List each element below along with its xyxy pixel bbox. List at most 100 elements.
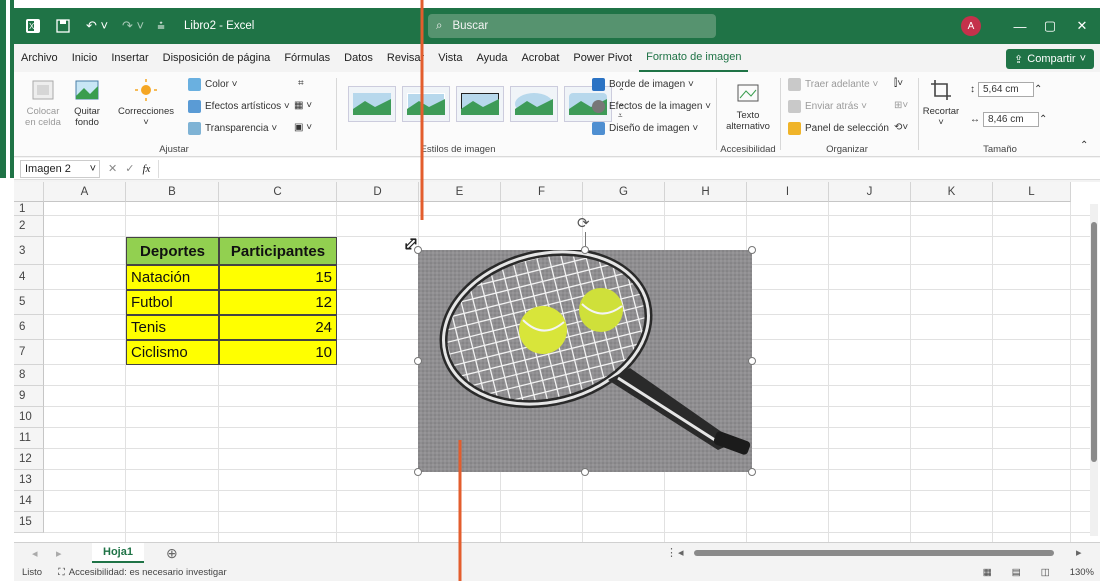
borde-imagen-button[interactable]: Borde de imagen ˅ xyxy=(592,78,694,91)
rotate-icon[interactable]: ⟲˅ xyxy=(894,122,908,133)
align-icon[interactable]: ⫿˅ xyxy=(894,78,903,89)
resize-handle[interactable] xyxy=(748,246,756,254)
add-sheet-icon[interactable]: ⊕ xyxy=(166,545,178,562)
rotate-handle-icon[interactable]: ⟳ xyxy=(577,214,590,232)
texto-alternativo-button[interactable]: Texto alternativo xyxy=(720,82,776,132)
fx-icon[interactable]: fx xyxy=(142,163,150,175)
resize-handle[interactable] xyxy=(748,357,756,365)
column-header-c[interactable]: C xyxy=(219,182,337,202)
collapse-ribbon-icon[interactable]: ⌃ xyxy=(1080,140,1088,151)
table-header-cell[interactable]: Participantes xyxy=(219,237,337,265)
vertical-scrollbar[interactable] xyxy=(1090,204,1098,536)
tab-disposicion[interactable]: Disposición de página xyxy=(156,44,278,72)
next-sheet-icon[interactable]: ▸ xyxy=(56,547,62,560)
page-break-icon[interactable]: ◫ xyxy=(1041,567,1050,578)
sheet-tab[interactable]: Hoja1 xyxy=(92,543,144,563)
column-header-h[interactable]: H xyxy=(665,182,747,202)
row-header-7[interactable]: 7 xyxy=(14,340,44,365)
row-header-8[interactable]: 8 xyxy=(14,365,44,386)
row-header-4[interactable]: 4 xyxy=(14,265,44,290)
tab-datos[interactable]: Datos xyxy=(337,44,380,72)
row-header-6[interactable]: 6 xyxy=(14,315,44,340)
tennis-racket-image[interactable] xyxy=(418,250,752,472)
row-header-5[interactable]: 5 xyxy=(14,290,44,315)
width-field[interactable]: ↔ 8,46 cm ⌃ xyxy=(970,112,1047,127)
accessibility-status[interactable]: Accesibilidad: es necesario investigar xyxy=(69,567,227,578)
column-header-d[interactable]: D xyxy=(337,182,419,202)
name-box[interactable]: Imagen 2 ˅ xyxy=(20,159,100,178)
row-header-1[interactable]: 1 xyxy=(14,202,44,216)
diseno-imagen-button[interactable]: Diseño de imagen ˅ xyxy=(592,122,698,135)
column-header-l[interactable]: L xyxy=(993,182,1071,202)
save-icon[interactable] xyxy=(52,15,74,37)
tab-vista[interactable]: Vista xyxy=(431,44,469,72)
row-header-3[interactable]: 3 xyxy=(14,237,44,265)
tab-acrobat[interactable]: Acrobat xyxy=(514,44,566,72)
table-cell[interactable]: 12 xyxy=(219,290,337,315)
correcciones-button[interactable]: Correcciones ˅ xyxy=(114,78,178,128)
zoom-level[interactable]: 130% xyxy=(1070,567,1094,578)
tab-insertar[interactable]: Insertar xyxy=(104,44,155,72)
resize-handle[interactable] xyxy=(414,468,422,476)
enviar-atras-button[interactable]: Enviar atrás ˅ xyxy=(788,100,867,113)
page-layout-icon[interactable]: ▤ xyxy=(1012,567,1021,578)
tab-formato-imagen[interactable]: Formato de imagen xyxy=(639,44,749,72)
efectos-artisticos-button[interactable]: Efectos artísticos ˅ xyxy=(188,100,290,113)
spreadsheet-grid[interactable]: A B C D E F G H I J K L 1 2 3 4 5 6 7 8 9 10 11 12 13 14 15 Deporte… xyxy=(14,182,1100,542)
column-header-f[interactable]: F xyxy=(501,182,583,202)
quitar-fondo-button[interactable]: Quitar fondo xyxy=(72,78,102,128)
avatar[interactable]: A xyxy=(961,16,981,36)
resize-handle[interactable] xyxy=(414,357,422,365)
group-objects-icon[interactable]: ⊞˅ xyxy=(894,100,908,111)
scrollbar-thumb[interactable] xyxy=(1091,222,1097,462)
table-cell[interactable]: 10 xyxy=(219,340,337,365)
column-header-e[interactable]: E xyxy=(419,182,501,202)
reset-picture-icon[interactable]: ▣ ˅ xyxy=(294,122,312,133)
tab-inicio[interactable]: Inicio xyxy=(65,44,105,72)
select-all-corner[interactable] xyxy=(14,182,44,202)
column-header-b[interactable]: B xyxy=(126,182,219,202)
row-header-11[interactable]: 11 xyxy=(14,428,44,449)
column-header-k[interactable]: K xyxy=(911,182,993,202)
efectos-imagen-button[interactable]: Efectos de la imagen ˅ xyxy=(592,100,711,113)
row-header-9[interactable]: 9 xyxy=(14,386,44,407)
style-thumbnail[interactable] xyxy=(510,86,558,122)
table-cell[interactable]: 24 xyxy=(219,315,337,340)
column-header-j[interactable]: J xyxy=(829,182,911,202)
compress-pictures-icon[interactable]: ⌗ xyxy=(298,78,304,89)
colocar-en-celda-button[interactable]: Colocar en celda xyxy=(25,78,61,128)
style-thumbnail[interactable] xyxy=(402,86,450,122)
style-thumbnail[interactable] xyxy=(348,86,396,122)
scroll-right-icon[interactable]: ▸ xyxy=(1076,546,1082,559)
search-input[interactable]: ⌕ Buscar xyxy=(428,14,716,38)
resize-handle[interactable] xyxy=(581,468,589,476)
scroll-left-icon[interactable]: ◂ xyxy=(678,546,684,559)
tab-ayuda[interactable]: Ayuda xyxy=(469,44,514,72)
tab-formulas[interactable]: Fórmulas xyxy=(277,44,337,72)
enter-icon[interactable]: ✓ xyxy=(125,162,134,175)
transparencia-button[interactable]: Transparencia ˅ xyxy=(188,122,277,135)
tab-splitter-icon[interactable]: ⋮ xyxy=(666,546,677,559)
cancel-icon[interactable]: ✕ xyxy=(108,162,117,175)
redo-icon[interactable]: ↷ ˅ xyxy=(120,15,146,37)
row-header-15[interactable]: 15 xyxy=(14,512,44,533)
column-header-g[interactable]: G xyxy=(583,182,665,202)
style-thumbnail[interactable] xyxy=(456,86,504,122)
customize-toolbar-icon[interactable]: ⩮ xyxy=(154,15,168,37)
table-header-cell[interactable]: Deportes xyxy=(126,237,219,265)
table-cell[interactable]: Natación xyxy=(126,265,219,290)
column-header-i[interactable]: I xyxy=(747,182,829,202)
horizontal-scrollbar[interactable] xyxy=(694,550,1054,556)
table-cell[interactable]: Ciclismo xyxy=(126,340,219,365)
color-button[interactable]: Color ˅ xyxy=(188,78,238,91)
panel-seleccion-button[interactable]: Panel de selección xyxy=(788,122,889,135)
table-cell[interactable]: Futbol xyxy=(126,290,219,315)
tab-archivo[interactable]: Archivo xyxy=(14,44,65,72)
close-icon[interactable]: ✕ xyxy=(1062,8,1100,44)
normal-view-icon[interactable]: ▦ xyxy=(983,567,992,578)
undo-icon[interactable]: ↶ ˅ xyxy=(82,15,112,37)
height-field[interactable]: ↕ 5,64 cm ⌃ xyxy=(970,82,1042,97)
column-header-a[interactable]: A xyxy=(44,182,126,202)
tab-revisar[interactable]: Revisar xyxy=(380,44,431,72)
resize-handle[interactable] xyxy=(581,246,589,254)
